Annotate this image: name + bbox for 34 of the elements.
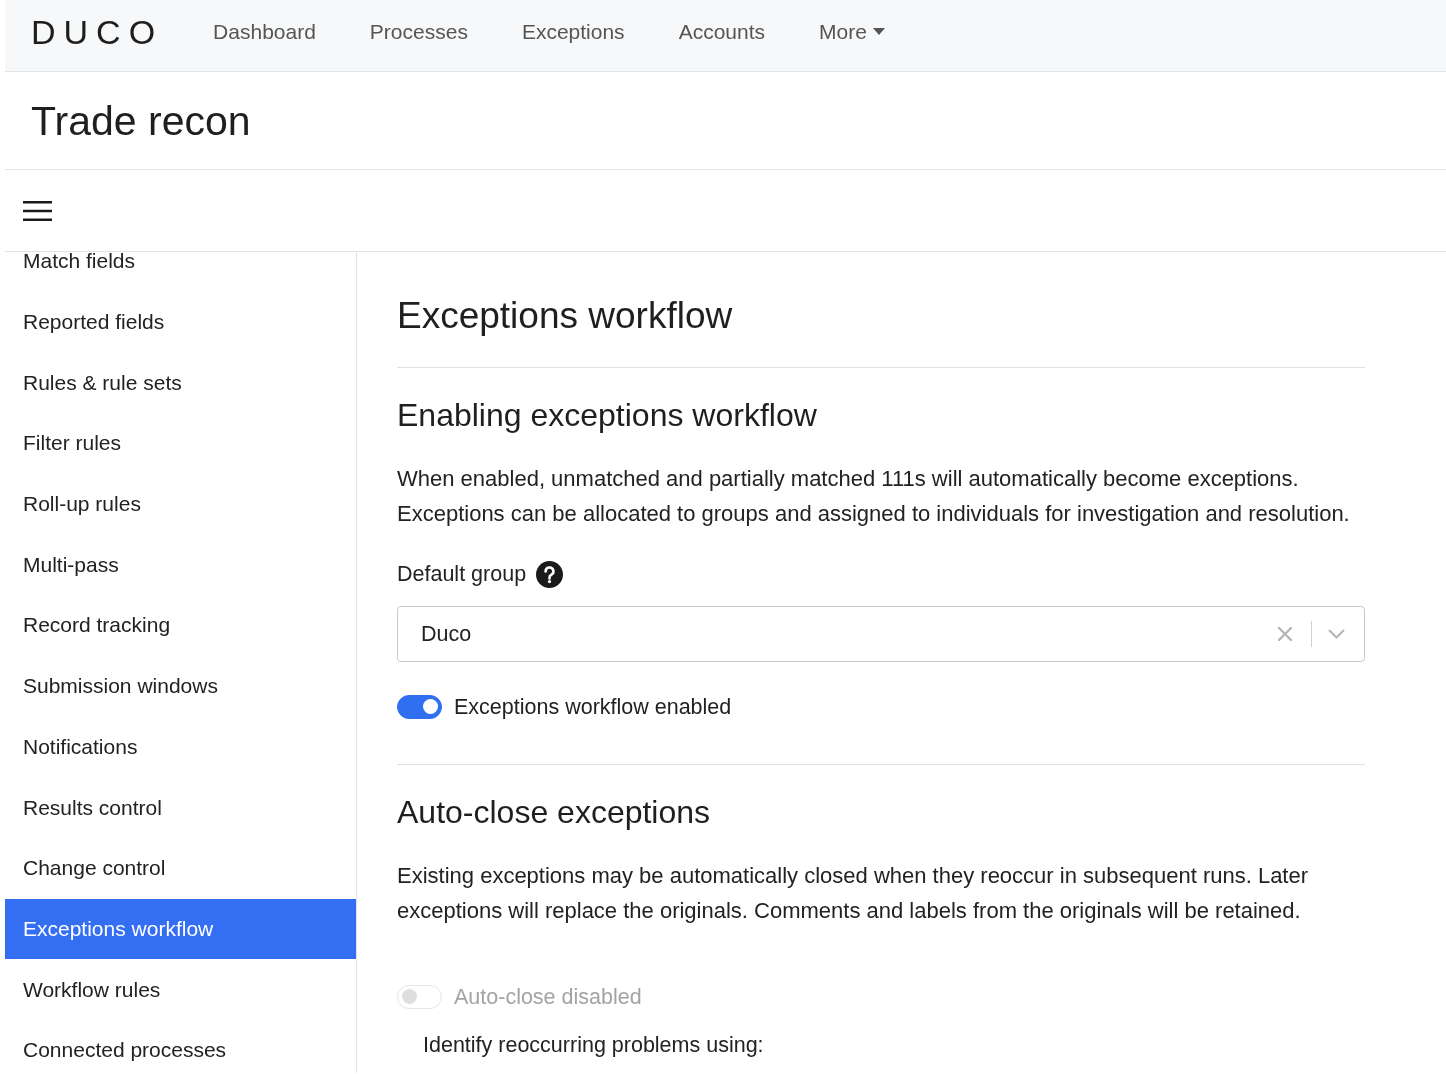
sidebar-item[interactable]: Filter rules (5, 413, 356, 474)
nav-link[interactable]: Processes (369, 16, 468, 47)
nav-link[interactable]: Dashboard (213, 16, 316, 47)
help-icon[interactable] (536, 560, 564, 588)
description-text: When enabled, unmatched and partially matched 111s will automatically become exceptions. Exceptions can be allocated to groups and assigned to individuals for investigation and resolution. (397, 465, 1351, 528)
toggle-label: Auto-close disabled (454, 984, 642, 1010)
sidebar-item[interactable]: Exceptions workflow (5, 898, 356, 960)
sidebar-item[interactable]: Match fields (5, 252, 356, 292)
sidebar-item[interactable]: Multi-pass (5, 534, 356, 596)
nav-link[interactable]: Exceptions (521, 16, 625, 47)
nav-menu[interactable]: More (819, 16, 885, 47)
toggle-switch[interactable] (397, 695, 442, 719)
section-heading: Enabling exceptions workflow (397, 396, 818, 435)
sidebar-item[interactable]: Submission windows (5, 655, 356, 717)
option-label: Identify reoccurring problems using: (422, 1032, 765, 1059)
caret-icon (872, 28, 885, 35)
sidebar-item[interactable]: Notifications (5, 716, 356, 778)
sidebar-item[interactable]: Record tracking (5, 595, 356, 656)
sidebar-item[interactable]: Workflow rules (5, 959, 356, 1020)
field-label: Default group (397, 561, 527, 587)
sidebar-item[interactable]: Change control (5, 837, 356, 899)
page-title: Trade recon (31, 96, 251, 146)
toggle-label: Exceptions workflow enabled (454, 694, 732, 720)
section-heading: Auto-close exceptions (397, 793, 712, 832)
description-text: Existing exceptions may be automatically closed when they reoccur in subsequent runs. Later exceptions will replace the originals. Comments and labels from the originals will be retained. (397, 862, 1310, 925)
logo: DUCO (31, 11, 164, 52)
sidebar-item[interactable]: Connected processes (5, 1019, 356, 1073)
sidebar-item[interactable]: Rules & rule sets (5, 352, 356, 414)
nav-link[interactable]: Accounts (678, 16, 765, 47)
sidebar-item[interactable]: Results control (5, 777, 356, 838)
panel-title: Exceptions workflow (397, 294, 734, 338)
menu-icon[interactable] (23, 200, 52, 221)
sidebar-item[interactable]: Reported fields (5, 291, 356, 353)
sidebar-item[interactable]: Roll-up rules (5, 473, 356, 535)
